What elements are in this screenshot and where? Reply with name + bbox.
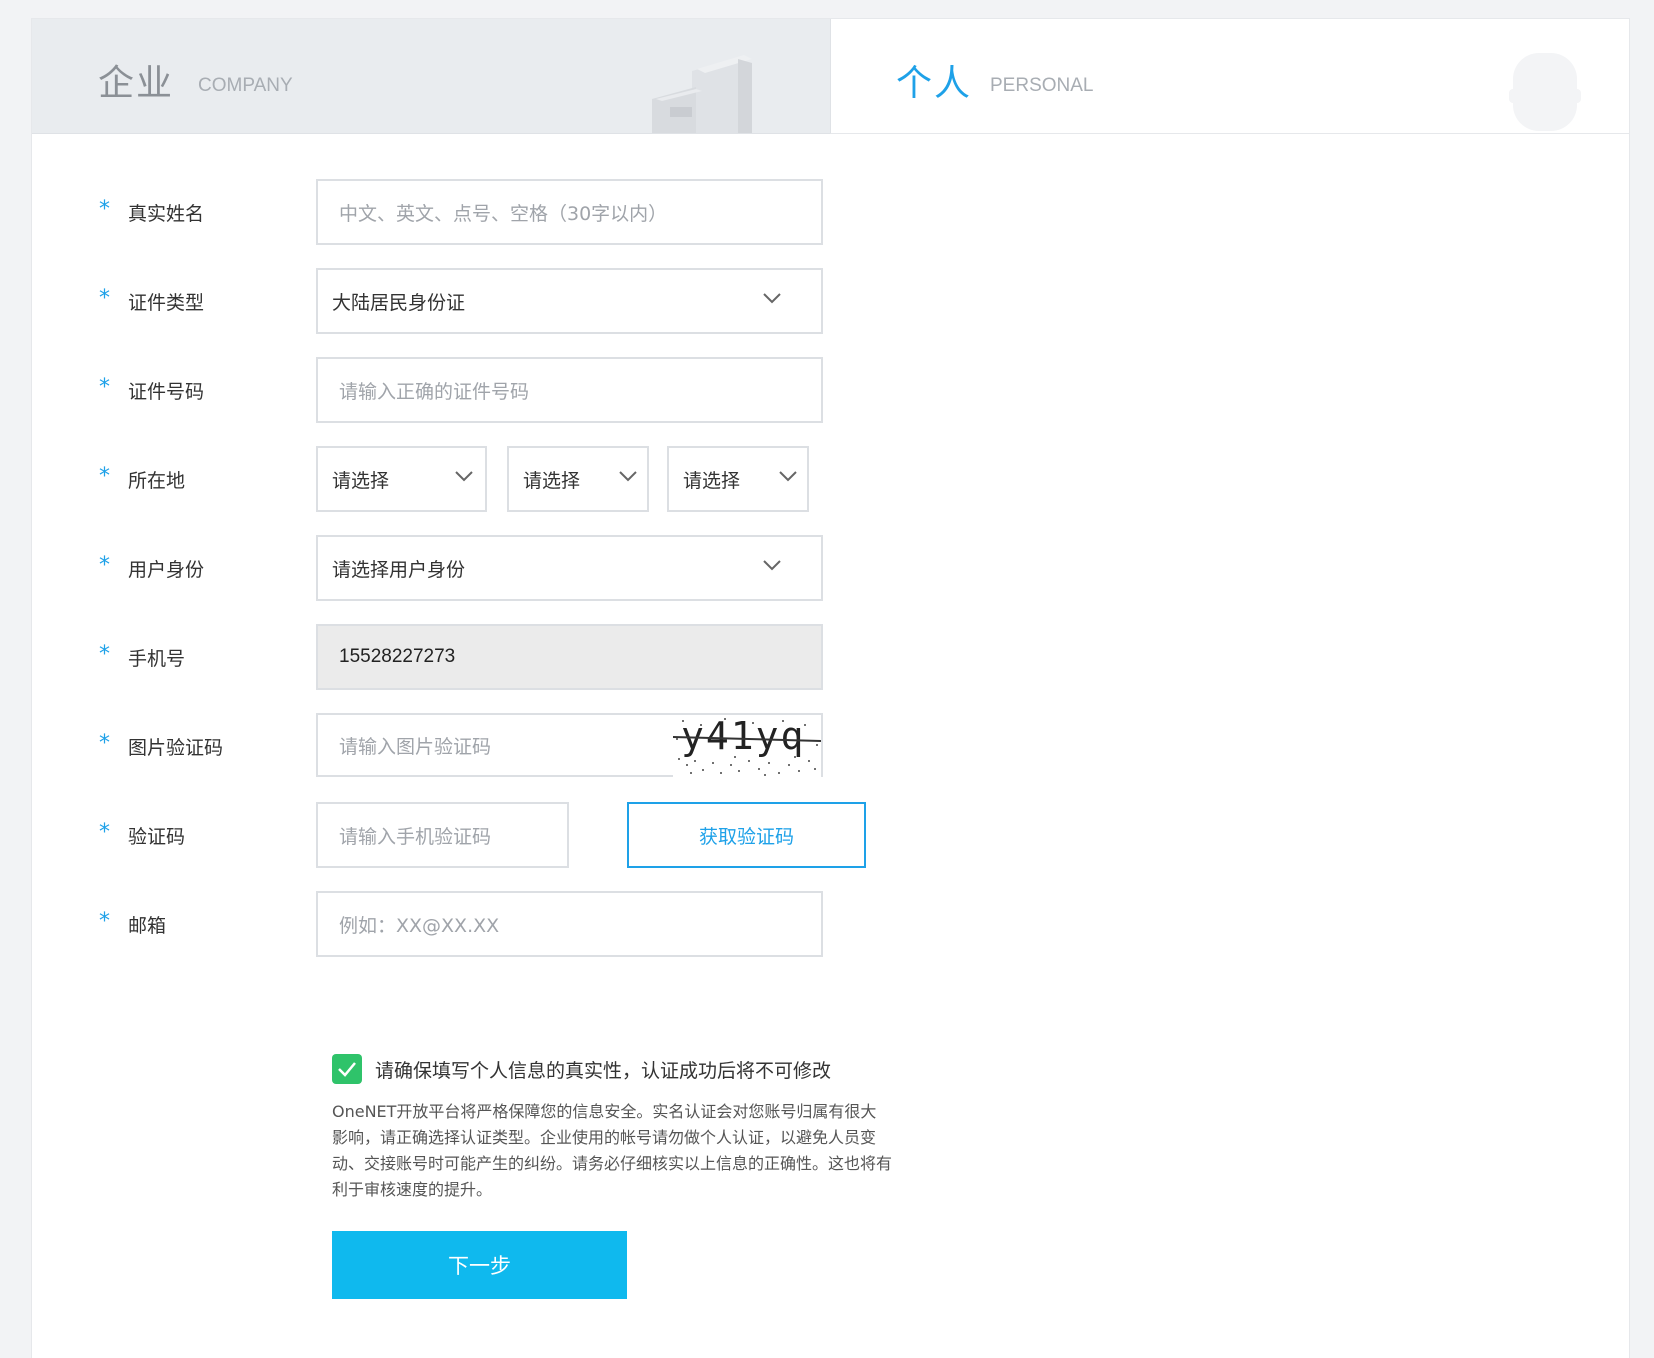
required-mark: * — [99, 731, 110, 756]
tab-personal[interactable]: 个人 PERSONAL — [830, 19, 1629, 134]
required-mark: * — [99, 464, 110, 489]
location-label: 所在地 — [128, 470, 186, 492]
tab-personal-subtitle: PERSONAL — [990, 75, 1094, 96]
required-mark: * — [99, 909, 110, 934]
captcha-image-text: y41yq — [681, 715, 805, 758]
city-select[interactable]: 请选择 — [507, 446, 649, 512]
captcha-image[interactable]: y41yq — [673, 715, 821, 777]
id-type-label: 证件类型 — [128, 292, 205, 314]
required-mark: * — [99, 642, 110, 667]
chevron-down-icon — [455, 471, 473, 482]
chevron-down-icon — [763, 560, 781, 571]
required-mark: * — [99, 375, 110, 400]
district-value: 请选择 — [683, 469, 741, 492]
building-icon — [652, 55, 752, 133]
user-identity-select[interactable]: 请选择用户身份 — [316, 535, 823, 601]
required-mark: * — [99, 820, 110, 845]
person-icon — [1509, 53, 1581, 131]
row-captcha: * 图片验证码 请输入图片验证码 y41yq — [32, 713, 1629, 779]
row-user-identity: * 用户身份 请选择用户身份 — [32, 535, 1629, 601]
real-name-label: 真实姓名 — [128, 203, 205, 225]
get-sms-code-button[interactable]: 获取验证码 — [627, 802, 866, 868]
sms-code-label: 验证码 — [128, 826, 186, 848]
required-mark: * — [99, 553, 110, 578]
chevron-down-icon — [763, 293, 781, 304]
agreement-checkbox[interactable] — [332, 1054, 362, 1084]
tab-company-subtitle: COMPANY — [198, 75, 293, 96]
required-mark: * — [99, 286, 110, 311]
province-select[interactable]: 请选择 — [316, 446, 487, 512]
security-notice: OneNET开放平台将严格保障您的信息安全。实名认证会对您账号归属有很大影响，请… — [332, 1102, 893, 1199]
id-type-value: 大陆居民身份证 — [332, 291, 466, 314]
district-select[interactable]: 请选择 — [667, 446, 809, 512]
tab-company-title: 企业 — [98, 63, 175, 104]
auth-type-tabs: 企业 COMPANY 个人 PERSONAL — [32, 19, 1629, 134]
phone-input: 15528227273 — [316, 624, 823, 690]
real-name-placeholder: 中文、英文、点号、空格（30字以内） — [339, 202, 668, 225]
row-sms-code: * 验证码 请输入手机验证码 获取验证码 — [32, 802, 1629, 868]
user-identity-label: 用户身份 — [128, 559, 205, 581]
phone-label: 手机号 — [128, 648, 186, 670]
tab-personal-title: 个人 — [896, 63, 973, 104]
sms-code-input[interactable]: 请输入手机验证码 — [316, 802, 569, 868]
city-value: 请选择 — [523, 469, 581, 492]
row-email: * 邮箱 例如：XX@XX.XX — [32, 891, 1629, 957]
province-value: 请选择 — [332, 469, 390, 492]
user-identity-value: 请选择用户身份 — [332, 558, 466, 581]
real-name-input[interactable]: 中文、英文、点号、空格（30字以内） — [316, 179, 823, 245]
tab-company[interactable]: 企业 COMPANY — [32, 19, 830, 134]
sms-code-placeholder: 请输入手机验证码 — [339, 825, 492, 848]
required-mark: * — [99, 197, 110, 222]
id-number-label: 证件号码 — [128, 381, 205, 403]
next-step-button[interactable]: 下一步 — [332, 1231, 627, 1299]
id-number-input[interactable]: 请输入正确的证件号码 — [316, 357, 823, 423]
auth-panel: 企业 COMPANY 个人 PERSONAL * 真实姓名 中文、英文、点号、空… — [31, 18, 1630, 1358]
row-id-type: * 证件类型 大陆居民身份证 — [32, 268, 1629, 334]
phone-value: 15528227273 — [339, 646, 456, 667]
row-phone: * 手机号 15528227273 — [32, 624, 1629, 690]
email-input[interactable]: 例如：XX@XX.XX — [316, 891, 823, 957]
row-location: * 所在地 请选择 请选择 请选择 — [32, 446, 1629, 512]
email-placeholder: 例如：XX@XX.XX — [339, 914, 500, 937]
captcha-label: 图片验证码 — [128, 737, 224, 759]
id-number-placeholder: 请输入正确的证件号码 — [339, 380, 530, 403]
chevron-down-icon — [619, 471, 637, 482]
id-type-select[interactable]: 大陆居民身份证 — [316, 268, 823, 334]
row-real-name: * 真实姓名 中文、英文、点号、空格（30字以内） — [32, 179, 1629, 245]
chevron-down-icon — [779, 471, 797, 482]
email-label: 邮箱 — [128, 915, 167, 937]
captcha-input[interactable]: 请输入图片验证码 y41yq — [316, 713, 823, 777]
agreement-row: 请确保填写个人信息的真实性，认证成功后将不可修改 — [332, 1054, 831, 1084]
captcha-placeholder: 请输入图片验证码 — [339, 735, 492, 758]
row-id-number: * 证件号码 请输入正确的证件号码 — [32, 357, 1629, 423]
agreement-text: 请确保填写个人信息的真实性，认证成功后将不可修改 — [375, 1059, 832, 1082]
checkmark-icon — [338, 1062, 356, 1077]
